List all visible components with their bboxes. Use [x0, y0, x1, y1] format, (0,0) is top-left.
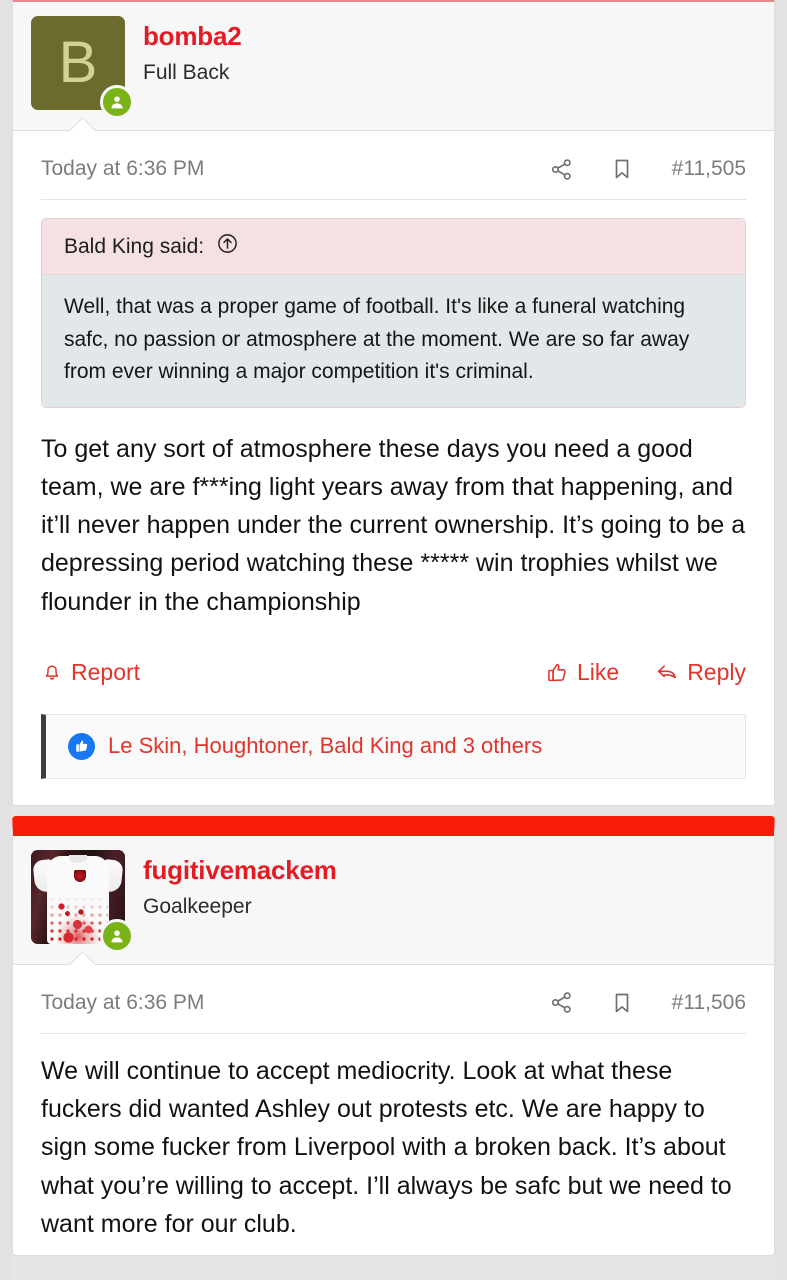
avatar-letter: B: [58, 30, 98, 95]
post-meta-actions: #11,505: [546, 153, 746, 185]
page-gutter-right: [775, 0, 787, 1280]
post-timestamp[interactable]: Today at 6:36 PM: [41, 157, 204, 181]
page-gutter-left: [0, 0, 12, 1280]
likes-text[interactable]: Le Skin, Houghtoner, Bald King and 3 oth…: [108, 733, 542, 759]
share-nodes-icon[interactable]: [546, 987, 578, 1019]
author-name[interactable]: bomba2: [143, 21, 242, 52]
author-block: fugitivemackem Goalkeeper: [143, 850, 337, 919]
online-status-icon: [100, 918, 134, 953]
bookmark-icon[interactable]: [606, 987, 638, 1019]
bookmark-icon[interactable]: [606, 153, 638, 185]
circle-arrow-up-icon[interactable]: [216, 232, 239, 261]
post-actions: Report Like Reply: [13, 633, 774, 692]
post-body: We will continue to accept mediocrity. L…: [13, 1034, 774, 1255]
likes-summary-bar[interactable]: Le Skin, Houghtoner, Bald King and 3 oth…: [41, 713, 746, 779]
quote-attribution: Bald King said:: [42, 219, 745, 275]
post-timestamp[interactable]: Today at 6:36 PM: [41, 991, 204, 1015]
author-title: Goalkeeper: [143, 894, 252, 918]
quote-text: Well, that was a proper game of football…: [42, 275, 745, 407]
post-card: fugitivemackem Goalkeeper Today at 6:36 …: [12, 815, 775, 1257]
like-button[interactable]: Like: [546, 659, 619, 686]
author-title: Full Back: [143, 60, 230, 84]
post-meta-actions: #11,506: [546, 987, 746, 1019]
post-message: To get any sort of atmosphere these days…: [41, 434, 746, 616]
reply-button[interactable]: Reply: [655, 659, 746, 686]
report-label: Report: [71, 658, 141, 685]
post-number[interactable]: #11,505: [672, 157, 746, 181]
post-header: B bomba2 Full Back: [13, 2, 774, 144]
thumbs-up-filled-icon: [68, 732, 95, 760]
post-meta-row: Today at 6:36 PM: [13, 131, 774, 199]
avatar[interactable]: [31, 849, 134, 953]
author-name[interactable]: fugitivemackem: [143, 855, 337, 886]
author-block: bomba2 Full Back: [143, 16, 242, 85]
share-nodes-icon[interactable]: [546, 153, 578, 185]
online-status-icon: [100, 85, 134, 119]
post-message: We will continue to accept mediocrity. L…: [41, 1056, 732, 1238]
reply-label: Reply: [687, 658, 746, 685]
post-meta-row: Today at 6:36 PM: [13, 965, 774, 1033]
quote-block: Bald King said: Well, that was a proper …: [41, 218, 746, 408]
post-number[interactable]: #11,506: [672, 991, 746, 1015]
post-header: fugitivemackem Goalkeeper: [13, 835, 774, 978]
post-card: B bomba2 Full Back Today at 6:36 PM #11,…: [12, 0, 775, 806]
post-body: Bald King said: Well, that was a proper …: [13, 200, 774, 633]
report-button[interactable]: Report: [41, 659, 140, 686]
quote-author-label: Bald King said:: [64, 234, 205, 258]
like-label: Like: [576, 658, 620, 685]
avatar[interactable]: B: [31, 16, 134, 119]
post-column: B bomba2 Full Back Today at 6:36 PM #11,…: [12, 0, 775, 1280]
forum-thread-viewport: B bomba2 Full Back Today at 6:36 PM #11,…: [0, 0, 787, 1280]
post-actions-right: Like Reply: [546, 659, 746, 686]
